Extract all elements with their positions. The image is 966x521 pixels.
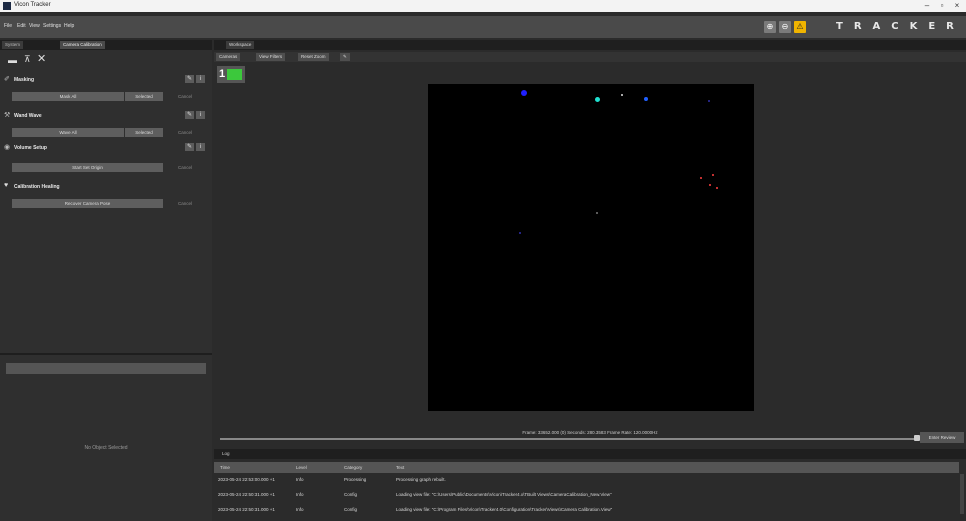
masking-icon: ✐ <box>4 76 10 83</box>
column-text[interactable]: Text <box>396 462 404 473</box>
wand-title: Wand Wave <box>14 113 42 119</box>
start-set-origin-button[interactable]: Start Set Origin <box>12 163 163 172</box>
heal-icon: ♥ <box>4 182 9 189</box>
eye-icon: ◉ <box>4 144 11 151</box>
wave-cancel-button[interactable]: Cancel <box>170 128 200 137</box>
workspace-toolbar: Cameras View Filters Reset Zoom ✎ <box>214 52 966 62</box>
camera-status-indicator <box>227 69 242 80</box>
workspace-tab-bar: Workspace <box>214 40 966 50</box>
blob <box>596 212 598 214</box>
enter-review-button[interactable]: Enter Review <box>920 432 964 443</box>
log-text: Loading view file: "C:\Users\Public\Docu… <box>396 492 612 497</box>
healing-title: Calibration Healing <box>14 184 60 190</box>
log-text: Processing graph rebuilt. <box>396 477 446 482</box>
pin-icon[interactable]: ⊼ <box>24 54 31 65</box>
wrench-icon[interactable]: ✎ <box>185 143 194 151</box>
title-bar: Vicon Tracker – ▫ × <box>0 0 966 12</box>
wand-icon: ⚒ <box>4 112 11 119</box>
clear-icon[interactable]: ✕ <box>37 52 46 65</box>
menu-bar: File Edit View Settings Help ⊕ ⊖ ⚠ TRACK… <box>0 16 966 38</box>
wrench-icon[interactable]: ✎ <box>185 75 194 83</box>
mask-all-button[interactable]: Mask All <box>12 92 124 101</box>
zoom-out-icon[interactable]: ⊖ <box>779 21 791 33</box>
log-row[interactable]: 2023-05-24 22:53:00.000 +1 Info Processi… <box>214 474 959 485</box>
blob <box>595 97 600 102</box>
folder-icon[interactable]: ▬ <box>8 55 17 65</box>
wrench-icon[interactable]: ✎ <box>185 111 194 119</box>
menu-file[interactable]: File <box>4 23 12 29</box>
left-tab-bar: System Camera Calibration <box>0 40 212 50</box>
zoom-in-icon[interactable]: ⊕ <box>764 21 776 33</box>
close-icon[interactable]: × <box>952 1 962 11</box>
reset-zoom-button[interactable]: Reset Zoom <box>298 53 329 61</box>
log-level: Info <box>296 507 304 512</box>
menu-view[interactable]: View <box>29 23 40 29</box>
mask-selected-button[interactable]: Selected <box>125 92 163 101</box>
blob <box>712 174 714 176</box>
origin-cancel-button[interactable]: Cancel <box>170 163 200 172</box>
info-icon[interactable]: i <box>196 75 205 83</box>
window-title: Vicon Tracker <box>14 2 51 8</box>
properties-header <box>6 363 206 374</box>
log-time: 2023-05-24 22:50:31.000 +1 <box>218 492 275 497</box>
frame-status: Frame: 33652.000 (0) Seconds: 280.3583 F… <box>522 430 658 435</box>
no-object-label: No Object Selected <box>84 445 128 451</box>
maximize-icon[interactable]: ▫ <box>937 1 947 11</box>
settings-icon[interactable]: ✎ <box>340 53 350 61</box>
camera-thumbnail[interactable]: 1 <box>217 66 245 83</box>
app-icon <box>3 2 11 10</box>
cameras-dropdown[interactable]: Cameras <box>216 53 241 61</box>
log-time: 2023-05-24 22:53:00.000 +1 <box>218 477 275 482</box>
blob <box>521 90 527 96</box>
warning-icon[interactable]: ⚠ <box>794 21 806 33</box>
menu-settings[interactable]: Settings <box>43 23 61 29</box>
wave-selected-button[interactable]: Selected <box>125 128 163 137</box>
info-icon[interactable]: i <box>196 111 205 119</box>
recover-camera-pose-button[interactable]: Recover Camera Pose <box>12 199 163 208</box>
minimize-icon[interactable]: – <box>922 1 932 11</box>
view-filters-button[interactable]: View Filters <box>256 53 286 61</box>
tab-camera-calibration[interactable]: Camera Calibration <box>60 41 105 49</box>
log-title: Log <box>222 451 230 456</box>
wave-all-button[interactable]: Wave All <box>12 128 124 137</box>
camera-viewport[interactable] <box>428 84 754 411</box>
menu-help[interactable]: Help <box>64 23 74 29</box>
splitter[interactable] <box>0 353 212 355</box>
blob <box>644 97 648 101</box>
left-pane: System Camera Calibration ▬ ⊼ ✕ ✐ Maskin… <box>0 40 212 521</box>
mask-cancel-button[interactable]: Cancel <box>170 92 200 101</box>
menu-edit[interactable]: Edit <box>17 23 26 29</box>
blob <box>708 100 710 102</box>
blob <box>716 187 718 189</box>
blob <box>700 177 702 179</box>
blob <box>709 184 711 186</box>
log-text: Loading view file: "C:\Program Files\Vic… <box>396 507 613 512</box>
log-row[interactable]: 2023-05-24 22:50:31.000 +1 Info Config L… <box>214 489 959 500</box>
tab-workspace[interactable]: Workspace <box>226 41 255 49</box>
log-category: Processing <box>344 477 367 482</box>
log-scrollbar[interactable] <box>960 474 964 514</box>
log-column-headers: Time Level Category Text <box>214 462 959 473</box>
recover-cancel-button[interactable]: Cancel <box>170 199 200 208</box>
column-time[interactable]: Time <box>220 462 230 473</box>
timeline-track[interactable] <box>220 438 914 440</box>
log-row[interactable]: 2023-05-24 22:50:31.000 +1 Info Config L… <box>214 504 959 515</box>
camera-id: 1 <box>219 68 226 80</box>
log-category: Config <box>344 507 358 512</box>
info-icon[interactable]: i <box>196 143 205 151</box>
log-level: Info <box>296 492 304 497</box>
volume-title: Volume Setup <box>14 145 47 151</box>
tab-system[interactable]: System <box>2 41 24 49</box>
blob <box>621 94 623 96</box>
masking-title: Masking <box>14 77 35 83</box>
log-level: Info <box>296 477 304 482</box>
brand-logo: TRACKER <box>836 21 965 32</box>
column-level[interactable]: Level <box>296 462 307 473</box>
log-header: Log <box>214 449 966 459</box>
log-pane: Log Time Level Category Text 2023-05-24 … <box>214 449 966 521</box>
log-category: Config <box>344 492 358 497</box>
column-category[interactable]: Category <box>344 462 362 473</box>
blob <box>519 232 521 234</box>
log-time: 2023-05-24 22:50:31.000 +1 <box>218 507 275 512</box>
